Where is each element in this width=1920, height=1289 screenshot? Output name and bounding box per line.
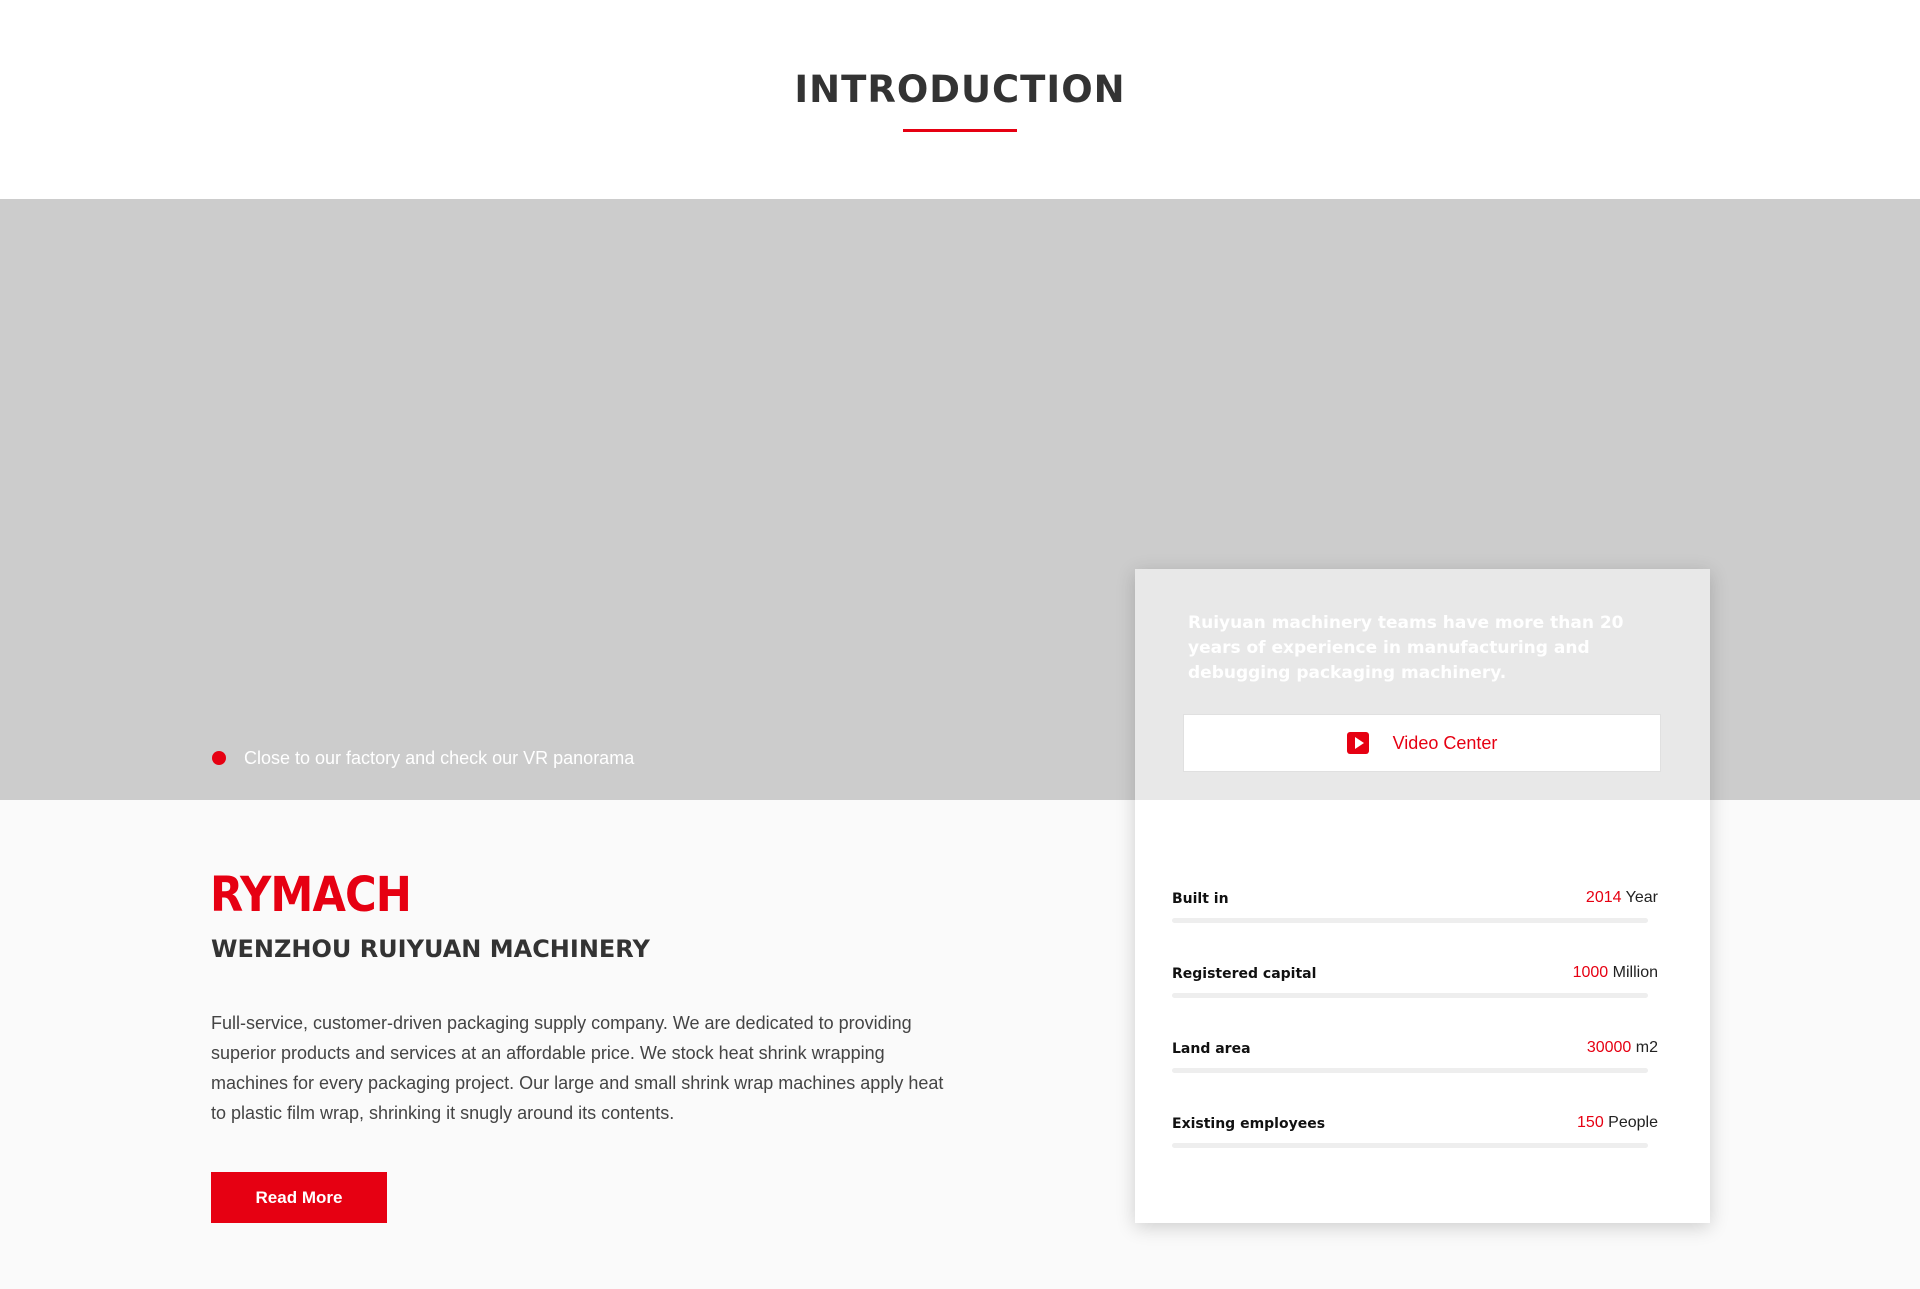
intro-header: INTRODUCTION (0, 0, 1920, 199)
play-icon (1346, 732, 1369, 754)
stat-label: Land area (1172, 1041, 1251, 1057)
vr-panorama-text: Close to our factory and check our VR pa… (244, 748, 635, 768)
video-center-button[interactable]: Video Center (1183, 714, 1661, 772)
video-center-label: Video Center (1392, 733, 1498, 753)
red-dot-icon (212, 751, 226, 765)
stat-number: 1000 (1572, 964, 1609, 981)
stat-unit: People (1608, 1114, 1658, 1131)
card-tagline: Ruiyuan machinery teams have more than 2… (1188, 613, 1624, 683)
stat-number: 30000 (1586, 1039, 1632, 1056)
company-description: Full-service, customer-driven packaging … (211, 1013, 944, 1123)
stat-number: 2014 (1585, 889, 1622, 906)
stat-unit: Million (1612, 964, 1658, 981)
stat-divider-bar (1172, 1068, 1648, 1073)
stat-divider-bar (1172, 918, 1648, 923)
stat-row-registered-capital: Registered capital 1000 Million (1172, 942, 1672, 1017)
stat-value: 30000 m2 (1587, 1037, 1658, 1059)
stat-unit: m2 (1635, 1039, 1658, 1056)
stat-label: Existing employees (1172, 1116, 1326, 1132)
stat-unit: Year (1625, 889, 1658, 906)
stat-row-built-in: Built in 2014 Year (1172, 867, 1672, 942)
title-underline (903, 129, 1017, 132)
stat-divider-bar (1172, 993, 1648, 998)
stat-number: 150 (1577, 1114, 1604, 1131)
stat-value: 2014 Year (1586, 887, 1658, 909)
company-name: WENZHOU RUIYUAN MACHINERY (211, 935, 650, 963)
stat-divider-bar (1172, 1143, 1648, 1148)
company-logo: RYMACH (210, 867, 412, 923)
vr-panorama-link[interactable]: Close to our factory and check our VR pa… (212, 746, 634, 770)
stat-row-land-area: Land area 30000 m2 (1172, 1017, 1672, 1092)
read-more-button[interactable]: Read More (211, 1172, 387, 1223)
stat-value: 1000 Million (1573, 962, 1658, 984)
stat-value: 150 People (1577, 1112, 1658, 1134)
company-info-card: Ruiyuan machinery teams have more than 2… (1135, 569, 1710, 1223)
stat-row-existing-employees: Existing employees 150 People (1172, 1092, 1672, 1167)
stat-label: Registered capital (1172, 966, 1317, 982)
stat-label: Built in (1172, 891, 1229, 907)
section-title: INTRODUCTION (794, 68, 1126, 111)
info-card-header: Ruiyuan machinery teams have more than 2… (1135, 569, 1710, 800)
